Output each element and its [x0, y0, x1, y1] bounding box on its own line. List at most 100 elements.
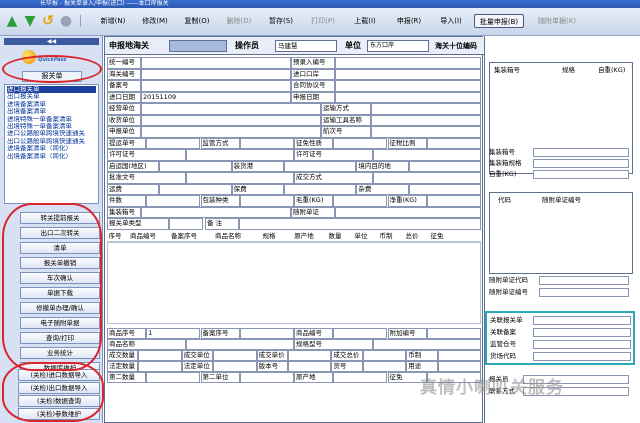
form-input[interactable]	[141, 103, 321, 115]
form-input[interactable]	[371, 103, 481, 115]
list-item[interactable]: 出境备案清单	[7, 108, 96, 115]
operator-field[interactable]: 马建慧	[275, 40, 337, 52]
form-input[interactable]	[141, 68, 291, 80]
form-input[interactable]	[141, 80, 291, 92]
related-declaration-field[interactable]	[533, 316, 631, 325]
form-input[interactable]	[159, 160, 232, 172]
delete-button[interactable]: 删除(D)	[222, 14, 256, 28]
form-input[interactable]	[169, 218, 203, 230]
related-record-field[interactable]	[533, 328, 631, 337]
list-item[interactable]: 出境特殊一单备案清单	[7, 123, 96, 130]
form-input[interactable]	[141, 114, 321, 126]
column-header[interactable]: 单位	[349, 232, 373, 240]
column-header[interactable]: 序号	[107, 232, 123, 240]
detail-input[interactable]: 1	[146, 327, 201, 339]
column-header[interactable]: 备案序号	[163, 232, 205, 240]
column-header[interactable]: 征免	[425, 232, 449, 240]
detail-input[interactable]	[239, 371, 294, 383]
form-input[interactable]	[372, 149, 481, 161]
container-weight-field[interactable]	[533, 170, 629, 179]
upload-button[interactable]: 上载(I)	[348, 14, 382, 28]
temp-save-button[interactable]: 暂存(S)	[264, 14, 298, 28]
list-item[interactable]: 进口报关单	[7, 86, 96, 94]
list-item[interactable]: 进境备案清单	[7, 101, 96, 108]
bonded-warehouse-field[interactable]	[533, 340, 631, 349]
column-header[interactable]: 规格	[251, 232, 287, 240]
detail-input[interactable]	[437, 349, 481, 361]
detail-input[interactable]	[213, 349, 257, 361]
goods-table-body[interactable]	[107, 241, 481, 324]
detail-input[interactable]	[213, 360, 257, 372]
copy-button[interactable]: 复制(O)	[180, 14, 214, 28]
detail-input[interactable]	[362, 349, 407, 361]
attached-doc-code-field[interactable]	[539, 276, 629, 285]
list-item[interactable]: 出口公路舱单跨境快速通关	[7, 138, 96, 145]
modify-button[interactable]: 修改(M)	[138, 14, 172, 28]
form-input[interactable]	[371, 114, 481, 126]
detail-input[interactable]	[146, 371, 201, 383]
detail-input[interactable]	[239, 327, 294, 339]
form-input[interactable]	[408, 160, 481, 172]
print-button[interactable]: 打印(P)	[306, 14, 340, 28]
form-input[interactable]	[239, 195, 294, 207]
form-input[interactable]	[426, 137, 481, 149]
form-input[interactable]	[335, 80, 481, 92]
form-input[interactable]	[333, 137, 388, 149]
form-input[interactable]	[335, 91, 481, 103]
form-input[interactable]: 20151109	[141, 91, 291, 103]
container-table[interactable]: 集装箱号 规格 自重(KG)	[489, 62, 633, 174]
column-header[interactable]: 原产地	[287, 232, 321, 240]
form-input[interactable]	[185, 149, 294, 161]
container-number-field[interactable]	[533, 148, 629, 157]
form-input[interactable]	[141, 206, 291, 218]
form-input[interactable]	[408, 183, 481, 195]
refresh-icon[interactable]: ↺	[40, 13, 56, 29]
declaration-type-list[interactable]: 进口报关单 出口报关单 进境备案清单 出境备案清单 进境特殊一单备案清单 出境特…	[4, 84, 99, 204]
column-header[interactable]: 数量	[321, 232, 349, 240]
detail-input[interactable]	[185, 338, 294, 350]
form-input[interactable]	[284, 160, 357, 172]
container-spec-field[interactable]	[533, 159, 629, 168]
detail-input[interactable]	[333, 371, 388, 383]
form-input[interactable]	[335, 57, 481, 69]
form-input[interactable]	[185, 172, 294, 184]
form-input[interactable]	[146, 137, 201, 149]
list-item[interactable]: 进口公路舱单跨境快速通关	[7, 130, 96, 137]
detail-input[interactable]	[288, 349, 332, 361]
yard-code-field[interactable]	[533, 352, 631, 361]
new-button[interactable]: 新增(N)	[96, 14, 130, 28]
list-item[interactable]: 进境备案清单（简化）	[7, 145, 96, 152]
column-header[interactable]: 总价	[399, 232, 425, 240]
batch-declare-button[interactable]: 批量申报(B)	[474, 14, 524, 28]
form-input[interactable]	[335, 206, 481, 218]
attached-docs-button[interactable]: 随附单据(K)	[532, 14, 582, 28]
attached-doc-number-field[interactable]	[539, 288, 629, 297]
detail-input[interactable]	[333, 327, 388, 339]
unit-field[interactable]: 东方口岸	[367, 40, 429, 52]
form-input[interactable]	[284, 183, 357, 195]
up-arrow-icon[interactable]: ▲	[4, 13, 20, 29]
list-item[interactable]: 出口报关单	[7, 93, 96, 100]
form-input[interactable]	[371, 126, 481, 138]
form-input[interactable]	[426, 195, 481, 207]
detail-input[interactable]	[372, 338, 481, 350]
column-header[interactable]: 商品名称	[205, 232, 251, 240]
detail-input[interactable]	[138, 360, 182, 372]
form-input[interactable]	[333, 195, 388, 207]
attached-docs-table[interactable]: 代码 随附单证编号	[489, 192, 633, 274]
column-header[interactable]: 币制	[373, 232, 399, 240]
form-input[interactable]	[239, 218, 481, 230]
list-item[interactable]: 进境特殊一单备案清单	[7, 116, 96, 123]
detail-input[interactable]	[362, 360, 407, 372]
list-item[interactable]: 出境备案清单（简化）	[7, 153, 96, 160]
detail-input[interactable]	[426, 327, 481, 339]
port-field[interactable]	[169, 40, 227, 52]
collapse-panel-button[interactable]: ◀◀	[4, 38, 99, 45]
form-input[interactable]	[159, 183, 232, 195]
form-input[interactable]	[141, 57, 291, 69]
detail-input[interactable]	[288, 360, 332, 372]
detail-input[interactable]	[437, 360, 481, 372]
down-arrow-icon[interactable]: ▼	[22, 13, 38, 29]
import-button[interactable]: 导入(I)	[434, 14, 468, 28]
form-input[interactable]	[239, 137, 294, 149]
